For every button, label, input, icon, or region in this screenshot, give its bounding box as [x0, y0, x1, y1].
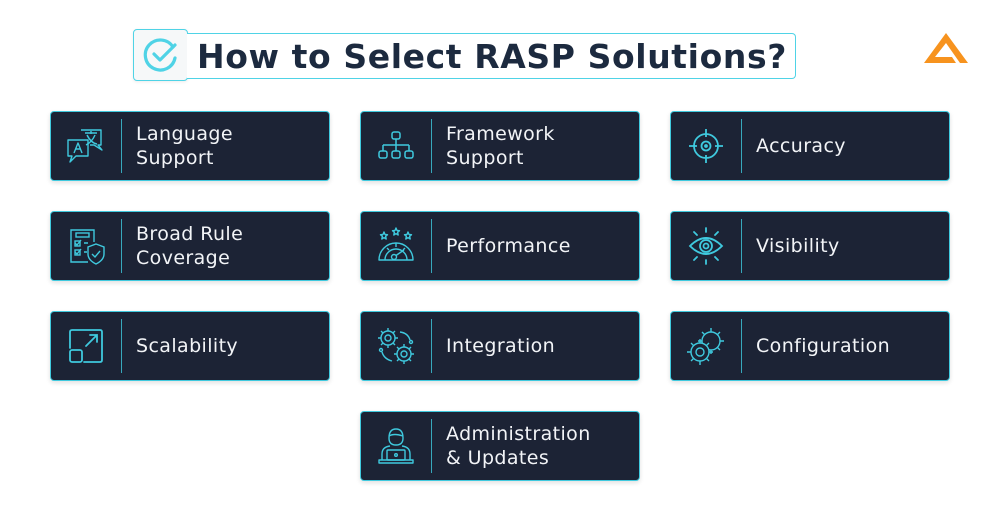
- eye-icon: [688, 227, 724, 265]
- card-label: Performance: [446, 235, 571, 257]
- card-label: Scalability: [136, 335, 239, 357]
- card-visibility: Visibility: [670, 211, 950, 281]
- card-label: Visibility: [756, 235, 840, 257]
- triangle-logo-icon: [924, 33, 968, 63]
- title-banner: How to Select RASP Solutions?: [133, 29, 796, 81]
- translate-icon: [67, 129, 103, 163]
- speedometer-stars-icon: [378, 227, 414, 261]
- card-broad-rule-coverage: Broad Rule Coverage: [50, 211, 330, 281]
- card-label: Framework Support: [446, 123, 555, 169]
- card-label: Broad Rule Coverage: [136, 223, 244, 269]
- card-divider: [741, 219, 742, 273]
- card-divider: [431, 119, 432, 173]
- card-divider: [431, 419, 432, 473]
- gears-icon: [378, 328, 414, 364]
- card-performance: Performance: [360, 211, 640, 281]
- card-accuracy: Accuracy: [670, 111, 950, 181]
- admin-laptop-icon: [378, 428, 414, 464]
- card-language-support: Language Support: [50, 111, 330, 181]
- title-text-box: How to Select RASP Solutions?: [187, 33, 796, 79]
- check-circle-icon: [143, 38, 177, 72]
- card-divider: [431, 219, 432, 273]
- card-label: Accuracy: [756, 135, 846, 157]
- card-configuration: Configuration: [670, 311, 950, 381]
- card-label: Integration: [446, 335, 556, 357]
- card-divider: [431, 319, 432, 373]
- gear-config-icon: [687, 328, 724, 365]
- card-label: Configuration: [756, 335, 891, 357]
- hierarchy-icon: [378, 131, 414, 159]
- card-scalability: Scalability: [50, 311, 330, 381]
- card-label: Administration & Updates: [446, 423, 591, 469]
- card-framework-support: Framework Support: [360, 111, 640, 181]
- card-divider: [741, 319, 742, 373]
- checklist-shield-icon: [70, 229, 105, 265]
- card-integration: Integration: [360, 311, 640, 381]
- page-title: How to Select RASP Solutions?: [197, 36, 787, 76]
- card-administration-updates: Administration & Updates: [360, 411, 640, 481]
- scale-up-icon: [69, 329, 103, 363]
- card-divider: [741, 119, 742, 173]
- title-icon-box: [133, 29, 188, 81]
- card-label: Language Support: [136, 123, 233, 169]
- card-divider: [121, 119, 122, 173]
- card-divider: [121, 319, 122, 373]
- card-divider: [121, 219, 122, 273]
- target-icon: [689, 129, 723, 163]
